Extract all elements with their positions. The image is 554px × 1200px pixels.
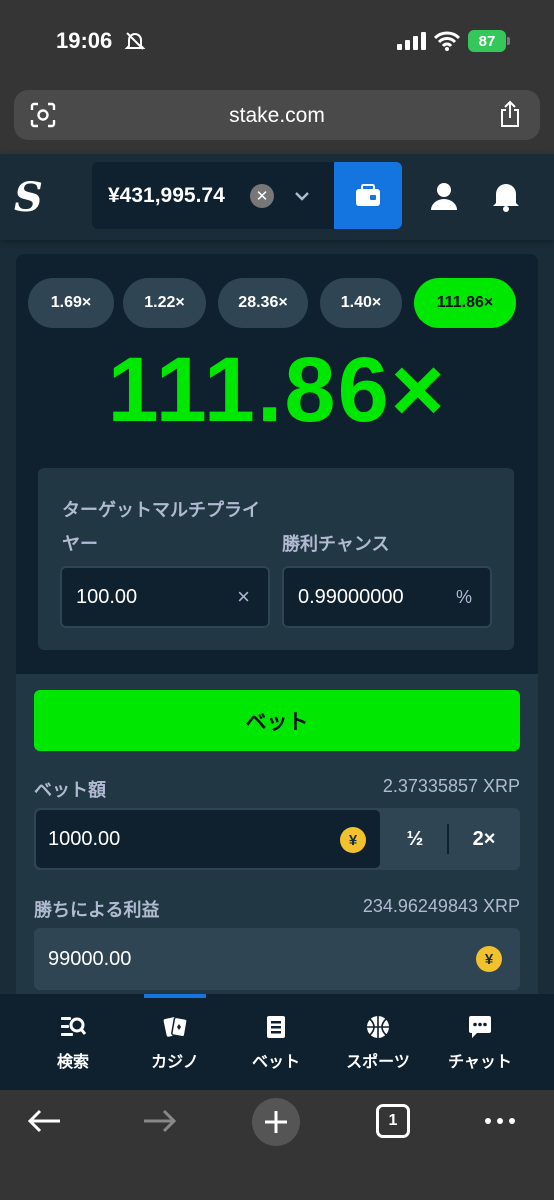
history-pill[interactable]: 1.40× (320, 278, 402, 328)
multiplier-x-icon: × (237, 584, 250, 609)
user-icon[interactable] (428, 180, 460, 212)
win-chance-label: 勝利チャンス (282, 534, 390, 554)
win-chance-input[interactable]: 0.99000000 % (282, 566, 492, 628)
result-multiplier: 111.86× (107, 339, 447, 441)
nav-label: ベット (251, 1054, 300, 1071)
cards-icon (163, 1016, 188, 1038)
bet-amount-row: 1000.00 ¥ ½ 2× (34, 808, 520, 870)
wifi-icon (434, 31, 460, 51)
bet-amount-input[interactable]: 1000.00 ¥ (36, 810, 380, 868)
share-icon[interactable] (498, 100, 522, 128)
bell-off-icon (124, 32, 146, 50)
limbo-game-panel: 1.69× 1.22× 28.36× 1.40× 111.86× 111.86×… (16, 254, 538, 674)
nav-item-sports[interactable]: スポーツ (333, 1014, 423, 1072)
nav-label: カジノ (151, 1054, 199, 1071)
back-arrow-icon[interactable] (26, 1106, 62, 1136)
tab-count: 1 (388, 1112, 398, 1129)
nav-label: 検索 (56, 1054, 89, 1071)
notification-bell-icon[interactable] (490, 180, 522, 212)
profit-on-win-field: 99000.00 ¥ (34, 928, 520, 990)
history-pill[interactable]: 28.36× (218, 278, 308, 328)
browser-top-bar: stake.com (0, 84, 554, 154)
target-multiplier-value: 100.00 (76, 586, 138, 608)
bet-button[interactable]: ベット (34, 690, 520, 751)
bet-amount-crypto: 2.37335857 XRP (382, 776, 520, 796)
profit-crypto: 234.96249843 XRP (362, 896, 520, 916)
history-pill[interactable]: 1.69× (28, 278, 114, 328)
nav-item-chat[interactable]: チャット (435, 1014, 525, 1072)
bet-amount-label: ベット額 (34, 780, 106, 800)
win-chance-value: 0.99000000 (298, 586, 404, 608)
bet-amount-value: 1000.00 (48, 828, 121, 850)
balance-selector[interactable]: ¥431,995.74 ✕ (92, 162, 336, 229)
wallet-icon (356, 183, 380, 206)
wallet-button[interactable] (334, 162, 402, 229)
forward-arrow-icon[interactable] (142, 1106, 178, 1136)
chevron-down-icon (295, 192, 309, 201)
new-tab-button[interactable] (252, 1098, 300, 1146)
search-icon (61, 1017, 86, 1036)
yen-coin-icon: ¥ (476, 946, 502, 972)
history-pill-latest[interactable]: 111.86× (414, 278, 516, 328)
xrp-icon: ✕ (250, 184, 274, 208)
double-bet-button[interactable]: 2× (450, 808, 518, 870)
bet-controls: ベット ベット額 2.37335857 XRP 1000.00 ¥ ½ 2× 勝… (16, 674, 538, 994)
profit-label: 勝ちによる利益 (34, 900, 160, 920)
nav-item-casino[interactable]: カジノ (130, 1014, 220, 1072)
plus-icon (265, 1111, 287, 1133)
cellular-signal-icon (397, 32, 426, 50)
chat-icon (469, 1016, 491, 1038)
active-tab-indicator (144, 994, 206, 998)
battery-level: 87 (478, 32, 496, 50)
stake-logo[interactable]: S (14, 174, 43, 221)
history-pill[interactable]: 1.22× (123, 278, 206, 328)
nav-item-search[interactable]: 検索 (28, 1014, 118, 1072)
profit-value: 99000.00 (48, 948, 132, 970)
betslip-icon (267, 1016, 285, 1038)
nav-item-bets[interactable]: ベット (231, 1014, 321, 1072)
bottom-navigation: 検索 カジノ ベット スポーツ チャット (0, 994, 554, 1090)
balance-amount: ¥431,995.74 (108, 184, 225, 207)
target-multiplier-label-line2: ヤー (62, 534, 98, 554)
more-icon[interactable] (482, 1106, 518, 1136)
target-settings: ターゲットマルチプライ ヤー 勝利チャンス 100.00 × 0.9900000… (38, 468, 514, 650)
browser-toolbar: 1 (0, 1090, 554, 1200)
nav-label: チャット (448, 1054, 512, 1071)
nav-label: スポーツ (346, 1054, 410, 1071)
battery-indicator: 87 (468, 30, 510, 52)
target-multiplier-input[interactable]: 100.00 × (60, 566, 270, 628)
url-text: stake.com (229, 104, 325, 127)
status-time: 19:06 (56, 28, 113, 53)
site-header: S ¥431,995.74 ✕ (0, 154, 554, 240)
half-bet-button[interactable]: ½ (382, 808, 448, 870)
basketball-icon (367, 1016, 389, 1038)
divider (447, 824, 449, 854)
status-bar: 19:06 87 (0, 0, 554, 84)
tabs-button[interactable]: 1 (376, 1104, 410, 1138)
address-bar[interactable]: stake.com (14, 90, 540, 140)
yen-coin-icon: ¥ (340, 827, 366, 853)
percent-icon: % (455, 587, 472, 607)
target-multiplier-label-line1: ターゲットマルチプライ (62, 500, 260, 520)
